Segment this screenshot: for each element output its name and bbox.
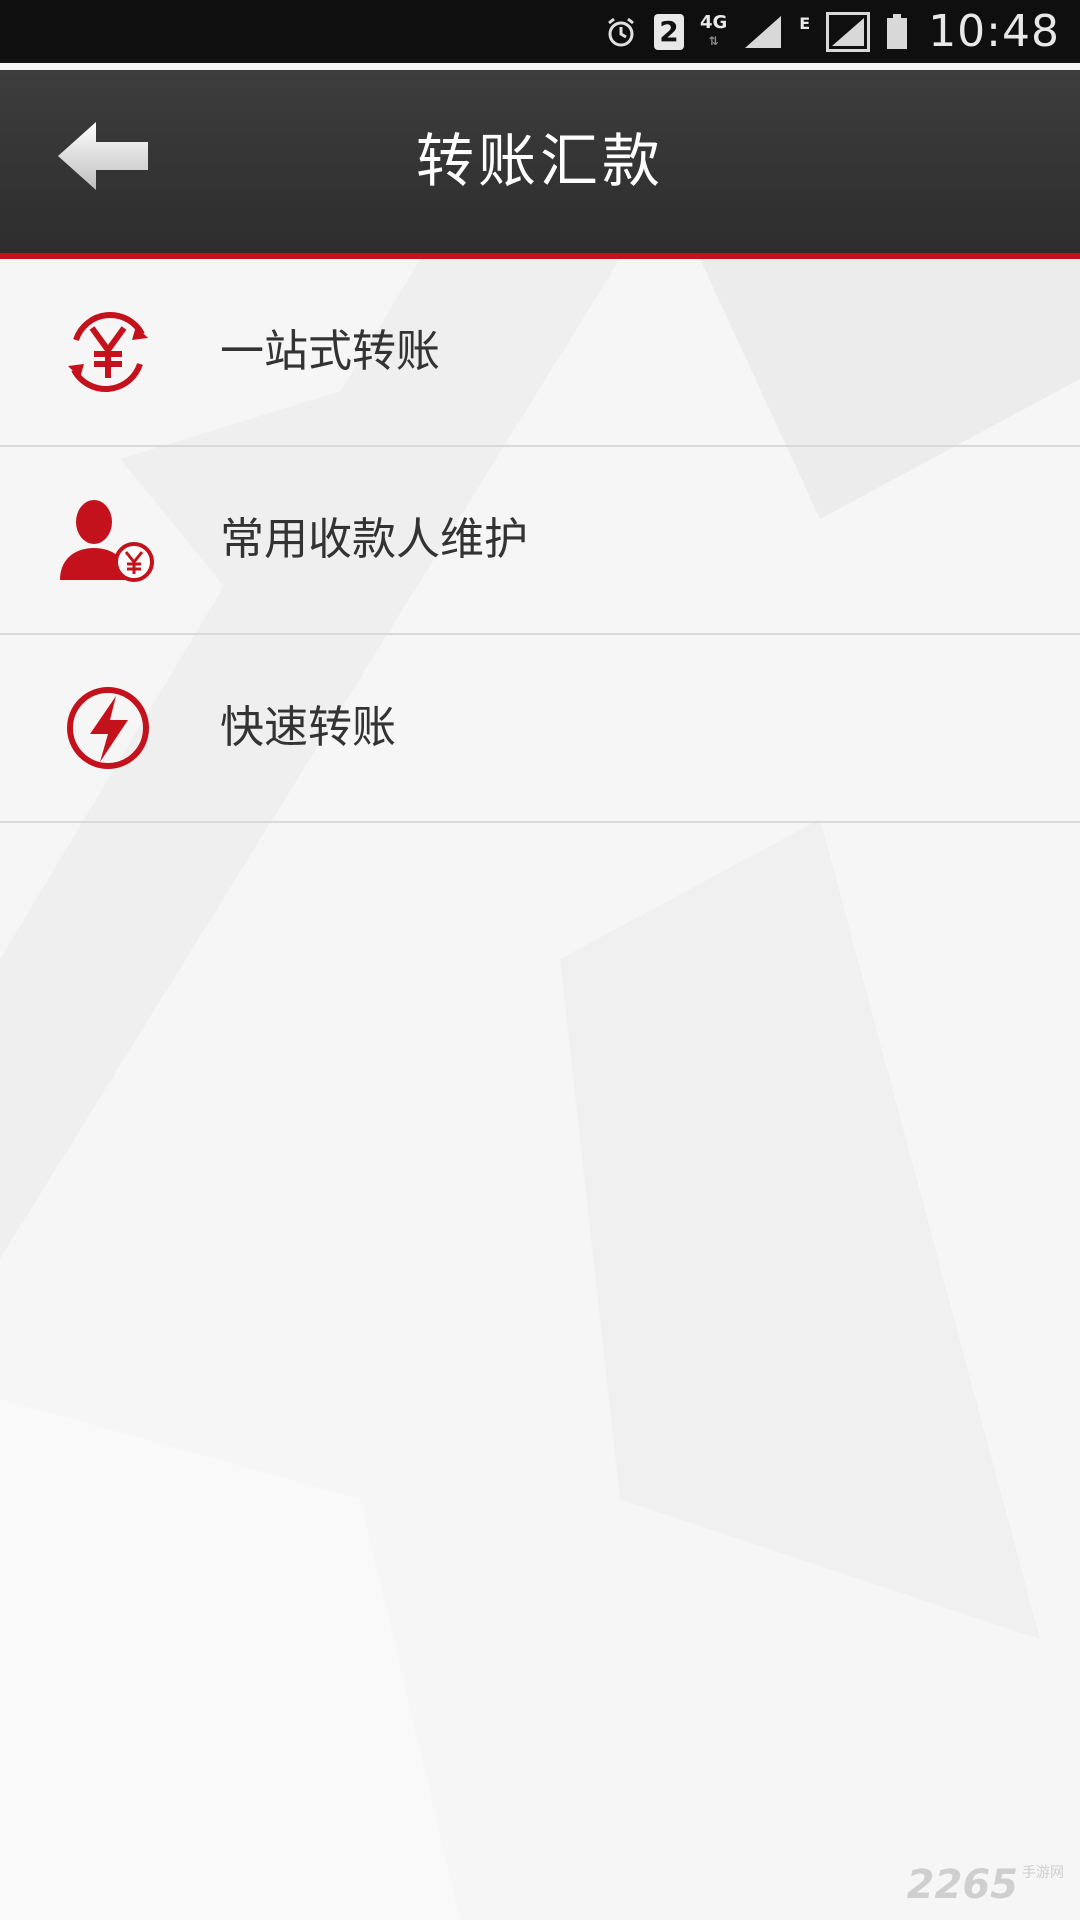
watermark-sub: 手游网 [1022,1865,1064,1881]
clock: 10:48 [928,6,1060,57]
status-icons: 2 4G ⇅ E 10:48 [604,0,1060,63]
payee-icon [56,488,160,592]
menu-item-payee-maintenance[interactable]: 常用收款人维护 [0,447,1080,635]
watermark: 2265 手游网 [907,1862,1064,1908]
menu-item-quick-transfer[interactable]: 快速转账 [0,635,1080,823]
back-button[interactable] [56,118,152,194]
signal-icon [743,14,783,50]
status-bar: 2 4G ⇅ E 10:48 [0,0,1080,63]
secondary-network-label: E [799,14,811,33]
back-arrow-icon [56,122,152,198]
signal-icon-2 [826,11,871,52]
data-arrows-icon: ⇅ [708,33,719,48]
lightning-icon [56,676,160,780]
menu-item-label: 一站式转账 [220,326,440,377]
menu-item-one-stop-transfer[interactable]: 一站式转账 [0,259,1080,447]
alarm-icon [604,15,638,49]
network-type-label: 4G [699,11,728,33]
yuan-cycle-icon [56,300,160,404]
network-type-indicator: 4G ⇅ [699,11,728,50]
battery-icon [886,13,908,50]
sim-2-icon: 2 [653,13,684,50]
menu-list: 一站式转账 常用收款人维护 快速转账 [0,259,1080,823]
page-title: 转账汇款 [415,127,664,195]
menu-item-label: 常用收款人维护 [220,514,528,565]
watermark-brand: 2265 [906,1862,1018,1908]
menu-item-label: 快速转账 [220,702,396,753]
